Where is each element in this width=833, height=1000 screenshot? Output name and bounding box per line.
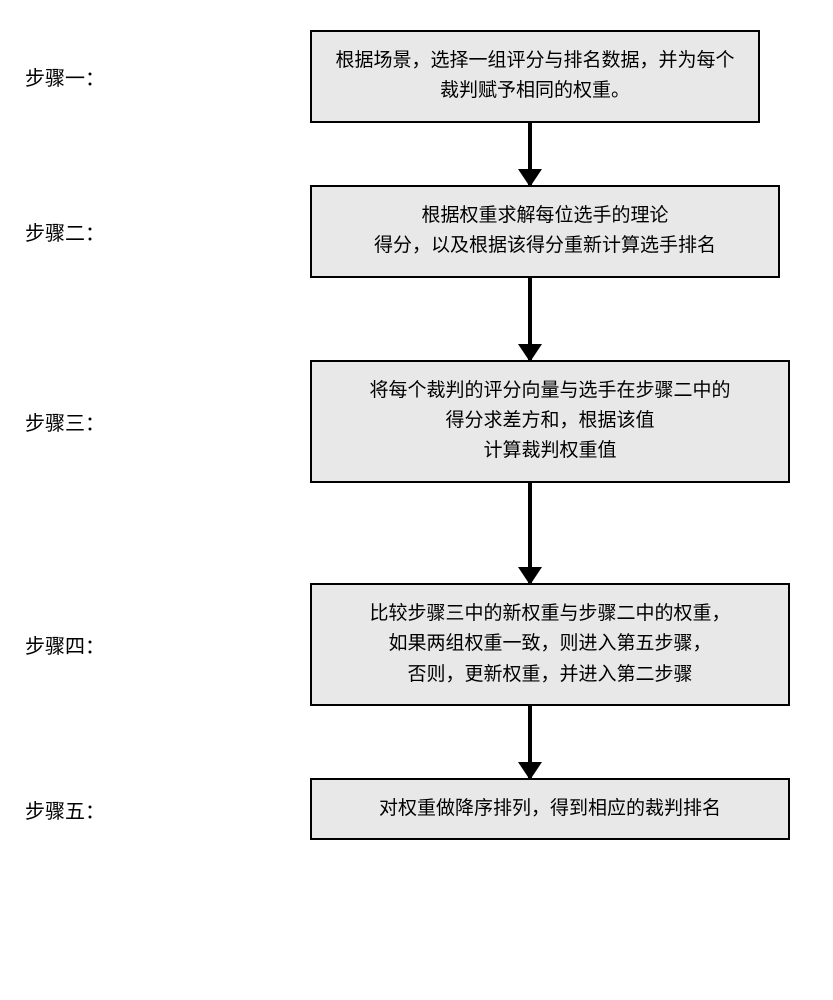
step-2-row: 步骤二： 根据权重求解每位选手的理论得分，以及根据该得分重新计算选手排名 <box>20 185 813 278</box>
arrow-down-icon <box>528 278 532 360</box>
step-3-row: 步骤三： 将每个裁判的评分向量与选手在步骤二中的得分求差方和，根据该值计算裁判权… <box>20 360 813 483</box>
step-2-box: 根据权重求解每位选手的理论得分，以及根据该得分重新计算选手排名 <box>310 185 780 278</box>
arrow-3-container <box>290 483 770 583</box>
step-5-label: 步骤五： <box>20 795 110 824</box>
step-4-label: 步骤四： <box>20 630 110 659</box>
arrow-4-container <box>290 706 770 778</box>
step-3-box: 将每个裁判的评分向量与选手在步骤二中的得分求差方和，根据该值计算裁判权重值 <box>310 360 790 483</box>
step-5-box: 对权重做降序排列，得到相应的裁判排名 <box>310 778 790 840</box>
step-2-label: 步骤二： <box>20 217 110 246</box>
arrow-1-container <box>290 123 770 185</box>
step-3-label: 步骤三： <box>20 407 110 436</box>
arrow-down-icon <box>528 123 532 185</box>
step-1-row: 步骤一： 根据场景，选择一组评分与排名数据，并为每个裁判赋予相同的权重。 <box>20 30 813 123</box>
step-4-row: 步骤四： 比较步骤三中的新权重与步骤二中的权重，如果两组权重一致，则进入第五步骤… <box>20 583 813 706</box>
step-4-box: 比较步骤三中的新权重与步骤二中的权重，如果两组权重一致，则进入第五步骤，否则，更… <box>310 583 790 706</box>
arrow-down-icon <box>528 483 532 583</box>
arrow-2-container <box>290 278 770 360</box>
step-1-label: 步骤一： <box>20 62 110 91</box>
step-5-row: 步骤五： 对权重做降序排列，得到相应的裁判排名 <box>20 778 813 840</box>
step-1-box: 根据场景，选择一组评分与排名数据，并为每个裁判赋予相同的权重。 <box>310 30 760 123</box>
arrow-down-icon <box>528 706 532 778</box>
